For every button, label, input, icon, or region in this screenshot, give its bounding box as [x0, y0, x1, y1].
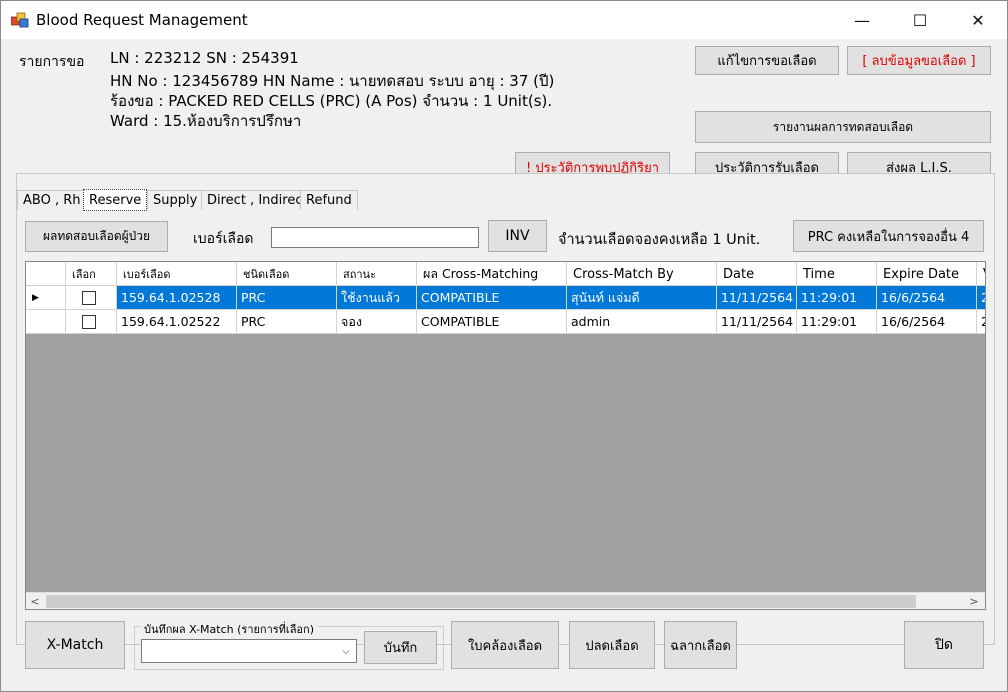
ward-text: Ward : 15.ห้องบริการปรึกษา	[110, 112, 302, 130]
cell-blood-type: PRC	[237, 310, 337, 334]
cell-xmatch-result: COMPATIBLE	[417, 286, 567, 310]
horizontal-scrollbar[interactable]: < >	[26, 592, 985, 609]
cell-time: 11:29:01	[797, 286, 877, 310]
col-header-select[interactable]: เลือก	[66, 262, 117, 286]
minimize-button[interactable]: —	[833, 1, 891, 39]
table-row[interactable]: ▶ 159.64.1.02528 PRC ใช้งานแล้ว COMPATIB…	[26, 286, 985, 310]
inv-button[interactable]: INV	[488, 220, 547, 252]
col-header-blood-no[interactable]: เบอร์เลือด	[117, 262, 237, 286]
close-icon: ✕	[971, 10, 985, 30]
scroll-right-icon[interactable]: >	[965, 593, 983, 609]
cell-date: 11/11/2564	[717, 310, 797, 334]
row-checkbox[interactable]	[82, 314, 96, 329]
blood-no-input[interactable]	[271, 227, 479, 248]
row-header[interactable]: ▶	[26, 286, 66, 310]
minimize-icon: —	[854, 10, 870, 30]
blood-request-window: Blood Request Management — ☐ ✕ รายการขอ …	[0, 0, 1008, 692]
row-select-cell[interactable]	[66, 286, 117, 310]
maximize-button[interactable]: ☐	[891, 1, 949, 39]
scroll-thumb[interactable]	[46, 595, 916, 608]
cell-expire-date: 16/6/2564	[877, 286, 977, 310]
col-header-extra[interactable]: V	[977, 262, 985, 286]
xmatch-button[interactable]: X-Match	[25, 621, 125, 669]
col-header-expire-date[interactable]: Expire Date	[877, 262, 977, 286]
blood-label-button[interactable]: ฉลากเลือด	[664, 621, 737, 669]
close-form-button[interactable]: ปิด	[904, 621, 984, 669]
close-window-button[interactable]: ✕	[949, 1, 1007, 39]
edit-request-button[interactable]: แก้ไขการขอเลือด	[695, 46, 839, 75]
row-pointer-icon: ▶	[32, 292, 39, 303]
tab-supply[interactable]: Supply	[147, 190, 204, 210]
cell-status: ใช้งานแล้ว	[337, 286, 417, 310]
cell-extra: 2	[977, 310, 985, 334]
cell-time: 11:29:01	[797, 310, 877, 334]
col-header-time[interactable]: Time	[797, 262, 877, 286]
request-section-label: รายการขอ	[19, 54, 85, 70]
tab-refund[interactable]: Refund	[300, 190, 358, 210]
cell-xmatch-by: สุนันท์ แจ่มดี	[567, 286, 717, 310]
maximize-icon: ☐	[912, 10, 928, 30]
col-header-xmatch-by[interactable]: Cross-Match By	[567, 262, 717, 286]
cell-status: จอง	[337, 310, 417, 334]
row-select-cell[interactable]	[66, 310, 117, 334]
cell-blood-type: PRC	[237, 286, 337, 310]
header-corner	[26, 262, 66, 286]
patient-test-button[interactable]: ผลทดสอบเลือดผู้ป่วย	[25, 221, 168, 252]
col-header-status[interactable]: สถานะ	[337, 262, 417, 286]
col-header-blood-type[interactable]: ชนิดเลือด	[237, 262, 337, 286]
cell-expire-date: 16/6/2564	[877, 310, 977, 334]
test-report-button[interactable]: รายงานผลการทดสอบเลือด	[695, 111, 991, 143]
tab-direct-indirect[interactable]: Direct , Indirect	[201, 190, 314, 210]
scroll-left-icon[interactable]: <	[26, 593, 44, 609]
window-title: Blood Request Management	[36, 11, 248, 29]
cell-xmatch-by: admin	[567, 310, 717, 334]
prc-remaining-button[interactable]: PRC คงเหลือในการจองอื่น 4	[793, 220, 984, 252]
col-header-date[interactable]: Date	[717, 262, 797, 286]
col-header-xmatch-result[interactable]: ผล Cross-Matching	[417, 262, 567, 286]
tab-reserve[interactable]: Reserve	[83, 189, 148, 211]
delete-request-button[interactable]: [ ลบข้อมูลขอเลือด ]	[847, 46, 991, 75]
cell-extra: 2	[977, 286, 985, 310]
release-blood-button[interactable]: ปลดเลือด	[569, 621, 655, 669]
grid-header: เลือก เบอร์เลือด ชนิดเลือด สถานะ ผล Cros…	[26, 262, 985, 286]
ln-sn-text: LN : 223212 SN : 254391	[110, 49, 299, 67]
reserve-grid[interactable]: เลือก เบอร์เลือด ชนิดเลือด สถานะ ผล Cros…	[25, 261, 986, 610]
blood-slip-button[interactable]: ใบคล้องเลือด	[451, 621, 559, 669]
table-row[interactable]: 159.64.1.02522 PRC จอง COMPATIBLE admin …	[26, 310, 985, 334]
xmatch-result-select[interactable]: ⌵	[141, 639, 357, 663]
remaining-units-text: จำนวนเลือดจองคงเหลือ 1 Unit.	[558, 232, 761, 248]
cell-xmatch-result: COMPATIBLE	[417, 310, 567, 334]
blood-no-label: เบอร์เลือด	[193, 231, 254, 247]
cell-blood-no: 159.64.1.02528	[117, 286, 237, 310]
cell-blood-no: 159.64.1.02522	[117, 310, 237, 334]
title-bar[interactable]: Blood Request Management — ☐ ✕	[1, 1, 1007, 39]
row-checkbox[interactable]	[82, 290, 96, 305]
save-xmatch-button[interactable]: บันทึก	[364, 631, 437, 664]
app-icon	[11, 12, 29, 28]
chevron-down-icon[interactable]: ⌵	[336, 640, 356, 662]
tab-abo-rh[interactable]: ABO , Rh	[17, 190, 87, 210]
cell-date: 11/11/2564	[717, 286, 797, 310]
xmatch-group-title: บันทึกผล X-Match (รายการที่เลือก)	[141, 620, 317, 638]
row-header[interactable]	[26, 310, 66, 334]
